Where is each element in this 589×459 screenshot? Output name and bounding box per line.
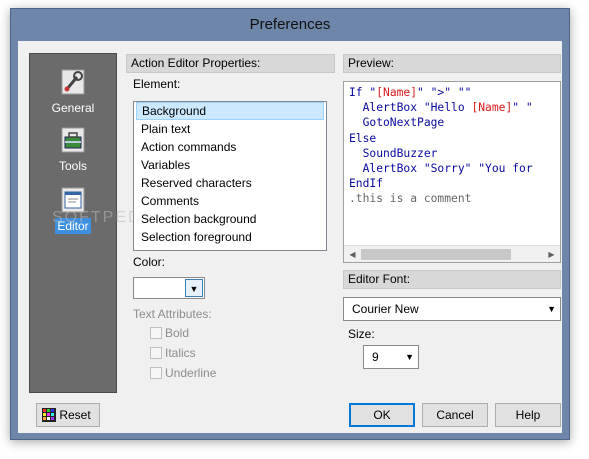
list-item[interactable]: Background [136, 102, 324, 120]
code-line: Else [349, 131, 377, 145]
dialog-client: General Tools Editor SOFTPEDIA Action Ed… [18, 41, 562, 433]
font-select[interactable]: Courier New ▼ [343, 297, 561, 321]
sidebar-item-label: Editor [55, 218, 91, 234]
text-attributes-label: Text Attributes: [133, 307, 212, 321]
size-label: Size: [348, 327, 375, 341]
preferences-window: Preferences General Tools Editor SOFTPED… [10, 8, 570, 440]
reset-label: Reset [59, 408, 91, 422]
italics-checkbox[interactable]: Italics [150, 345, 196, 361]
list-item[interactable]: Comments [136, 192, 324, 210]
horizontal-scrollbar[interactable]: ◀ ▶ [344, 245, 560, 262]
sidebar-item-label: Tools [58, 159, 87, 173]
list-item[interactable]: Action commands [136, 138, 324, 156]
element-listbox[interactable]: Background Plain text Action commands Va… [133, 101, 327, 251]
action-editor-group-title: Action Editor Properties: [126, 54, 335, 73]
editor-window-icon [61, 187, 85, 213]
code-line: AlertBox "Sorry" "You for [349, 162, 533, 176]
category-sidebar: General Tools Editor [29, 53, 117, 393]
bold-checkbox[interactable]: Bold [150, 325, 189, 341]
italics-label: Italics [165, 346, 196, 360]
sidebar-item-editor[interactable]: Editor [30, 186, 116, 234]
window-title: Preferences [249, 16, 331, 33]
element-label: Element: [133, 77, 181, 91]
scroll-right-icon[interactable]: ▶ [543, 246, 560, 262]
toolbox-icon [61, 127, 85, 153]
code-line: SoundBuzzer [349, 146, 438, 160]
reset-button[interactable]: Reset [36, 403, 100, 427]
underline-checkbox[interactable]: Underline [150, 365, 216, 381]
code-line: GotoNextPage [349, 116, 445, 130]
code-line: AlertBox "Hello [Name]" " [349, 101, 533, 115]
preview-code: If "[Name]" ">" "" AlertBox "Hello [Name… [349, 85, 560, 207]
preview-group-title: Preview: [343, 54, 561, 73]
list-item[interactable]: Selection foreground [136, 228, 324, 246]
help-button[interactable]: Help [495, 403, 561, 427]
chevron-down-icon[interactable]: ▼ [547, 298, 556, 320]
color-label: Color: [133, 255, 166, 269]
sidebar-item-general[interactable]: General [30, 68, 116, 116]
scroll-left-icon[interactable]: ◀ [344, 246, 361, 262]
scroll-thumb[interactable] [361, 249, 511, 260]
sidebar-item-label: General [51, 101, 95, 115]
list-item[interactable]: Reserved characters [136, 174, 324, 192]
color-grid-icon [42, 408, 56, 422]
cancel-button[interactable]: Cancel [422, 403, 488, 427]
chevron-down-icon[interactable]: ▼ [185, 279, 203, 297]
ok-button[interactable]: OK [349, 403, 415, 427]
code-preview: If "[Name]" ">" "" AlertBox "Hello [Name… [343, 81, 561, 263]
bold-label: Bold [165, 326, 190, 340]
code-line: If "[Name]" ">" "" [349, 86, 472, 99]
underline-label: Underline [165, 366, 217, 380]
checkbox-box[interactable] [150, 327, 162, 339]
list-item[interactable]: Plain text [136, 120, 324, 138]
size-select[interactable]: 9 ▼ [363, 345, 419, 369]
chevron-down-icon[interactable]: ▼ [405, 346, 414, 368]
code-line: .this is a comment [349, 192, 472, 206]
checkbox-box[interactable] [150, 367, 162, 379]
color-picker[interactable]: ▼ [133, 277, 205, 299]
sidebar-item-tools[interactable]: Tools [30, 126, 116, 174]
size-value: 9 [372, 350, 379, 364]
font-value: Courier New [352, 302, 419, 316]
checkbox-box[interactable] [150, 347, 162, 359]
wrench-icon [61, 69, 85, 95]
list-item[interactable]: Selection background [136, 210, 324, 228]
list-item[interactable]: Variables [136, 156, 324, 174]
code-line: EndIf [349, 177, 384, 191]
editor-font-group-title: Editor Font: [343, 270, 561, 289]
